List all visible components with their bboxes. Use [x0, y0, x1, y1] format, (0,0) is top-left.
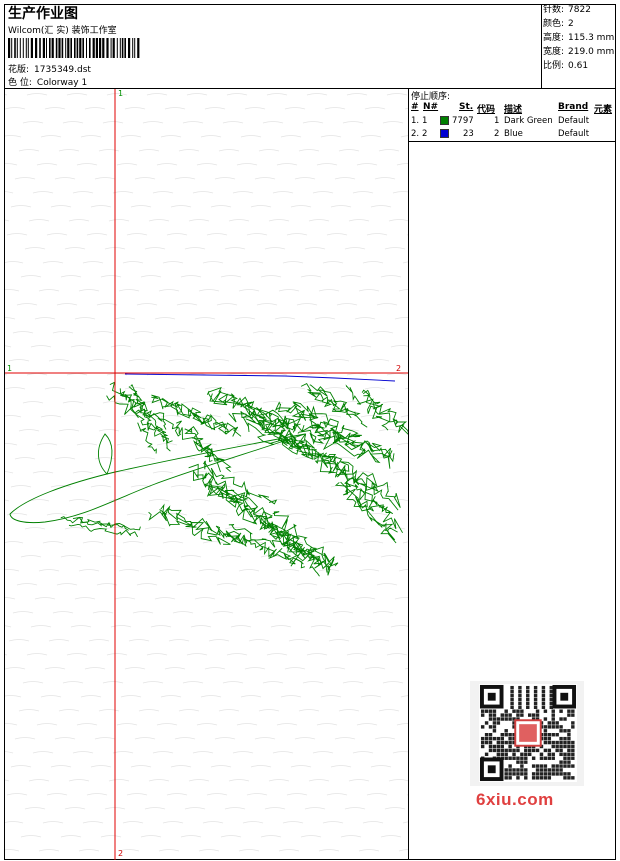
row-n: 2 — [422, 129, 428, 139]
design-value: 1735349.dst — [34, 65, 91, 75]
stat-label: 颜色: — [543, 19, 565, 29]
stat-colors: 颜色: 2 — [543, 17, 619, 31]
colorway: 色 位: Colorway 1 — [8, 75, 87, 88]
design-name: 花版: 1735349.dst — [8, 62, 91, 75]
col-hash: # — [411, 102, 419, 112]
row-stitches: 7797 — [452, 116, 474, 126]
colorway-value: Colorway 1 — [36, 78, 88, 88]
col-brand: Brand — [558, 102, 589, 112]
sequence-divider — [408, 141, 616, 142]
table-row: 2. 2 23 2 Blue Default — [410, 129, 619, 141]
stats-divider — [541, 4, 542, 88]
col-n: N# — [423, 102, 439, 112]
stat-height: 高度: 115.3 mm — [543, 31, 619, 45]
frame-top — [4, 4, 616, 5]
axis-label-vertical-bottom: 2 — [118, 849, 124, 858]
sequence-title: 停止顺序: — [411, 92, 451, 102]
page-subtitle: Wilcom(汇 实) 装饰工作室 — [8, 26, 117, 36]
stat-value: 0.61 — [568, 61, 589, 71]
axis-label-horizontal-left: 1 — [7, 364, 13, 373]
axis-label-vertical-top: 1 — [118, 89, 124, 98]
col-description: 描述 — [504, 105, 523, 115]
watermark-panel: 6xiu.com — [470, 681, 584, 809]
stat-scale: 比例: 0.61 — [543, 59, 619, 73]
row-n: 1 — [422, 116, 428, 126]
col-stitches: St. — [459, 102, 474, 112]
row-code: 1 — [494, 116, 500, 126]
col-element: 元素 — [594, 105, 613, 115]
row-index: 1. — [411, 116, 420, 126]
col-code: 代码 — [477, 105, 496, 115]
row-description: Dark Green — [504, 116, 553, 126]
row-stitches: 23 — [463, 129, 474, 139]
row-index: 2. — [411, 129, 420, 139]
row-code: 2 — [494, 129, 500, 139]
stat-value: 7822 — [568, 5, 591, 15]
blue-stitch-path — [124, 373, 396, 382]
page-title: 生产作业图 — [8, 6, 78, 22]
row-brand: Default — [558, 129, 590, 139]
color-swatch — [440, 116, 449, 125]
stat-label: 比例: — [543, 61, 565, 71]
stat-value: 2 — [568, 19, 574, 29]
design-divider — [408, 88, 409, 860]
color-swatch — [440, 129, 449, 138]
qr-code-icon — [479, 684, 577, 782]
row-description: Blue — [504, 129, 523, 139]
stat-width: 宽度: 219.0 mm — [543, 45, 619, 59]
stat-label: 针数: — [543, 5, 565, 15]
colorway-label: 色 位: — [8, 78, 32, 88]
design-stats: 针数: 7822 颜色: 2 高度: 115.3 mm 宽度: 219.0 mm 比例:… — [543, 3, 619, 73]
stat-label: 高度: — [543, 33, 565, 43]
axis-label-horizontal-right: 2 — [396, 364, 402, 373]
barcode-icon — [8, 38, 140, 58]
table-row: 1. 1 7797 1 Dark Green Default — [410, 116, 619, 128]
watermark-text: 6xiu.com — [476, 790, 554, 809]
design-label: 花版: — [8, 65, 30, 75]
stat-value: 219.0 mm — [568, 47, 615, 57]
sequence-header: # N# St. 代码 描述 Brand 元素 — [410, 102, 619, 115]
green-stitch-paths — [9, 381, 408, 577]
stat-value: 115.3 mm — [568, 33, 615, 43]
stat-stitches: 针数: 7822 — [543, 3, 619, 17]
background-texture — [5, 93, 408, 852]
embroidery-preview — [5, 89, 408, 860]
row-brand: Default — [558, 116, 590, 126]
stat-label: 宽度: — [543, 47, 565, 57]
